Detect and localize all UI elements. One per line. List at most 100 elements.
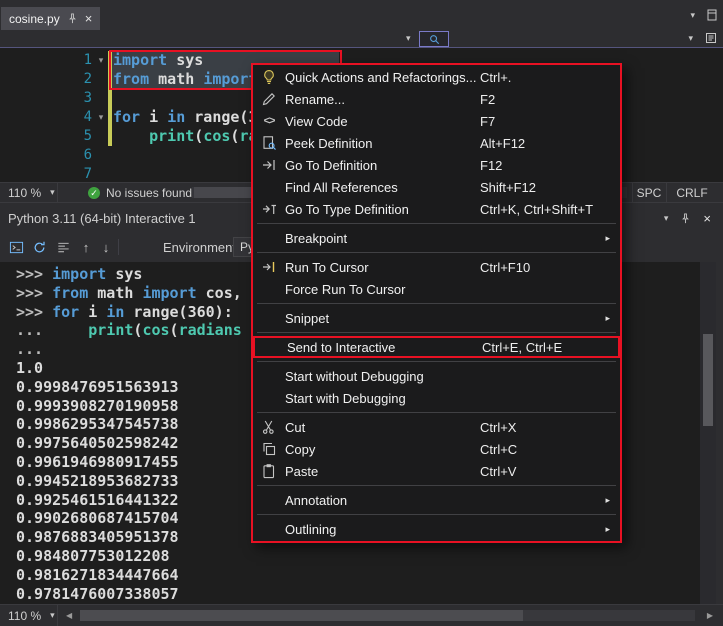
- scroll-left-icon[interactable]: ◀: [66, 611, 72, 620]
- line-number-gutter: 1234567: [0, 51, 92, 182]
- menu-item-find-all-references[interactable]: Find All ReferencesShift+F12: [253, 176, 620, 198]
- caret-down-icon[interactable]: ▾: [688, 33, 693, 44]
- menu-item-shortcut: Ctrl+F10: [480, 260, 602, 275]
- menu-item-label: Start with Debugging: [285, 391, 480, 406]
- zoom-value: 110 %: [8, 609, 41, 623]
- reset-icon[interactable]: [31, 239, 47, 255]
- menu-item-label: Force Run To Cursor: [285, 282, 480, 297]
- line-ending-indicator[interactable]: CRLF: [666, 183, 717, 202]
- menu-item-label: Start without Debugging: [285, 369, 480, 384]
- menu-item-breakpoint[interactable]: Breakpoint▸: [253, 227, 620, 249]
- repl-vertical-scrollbar[interactable]: [700, 262, 716, 604]
- submenu-arrow-icon: ▸: [602, 524, 610, 535]
- menu-separator: [257, 485, 616, 486]
- repl-token: 0.9925461516441322: [16, 491, 179, 509]
- caret-down-icon[interactable]: ▾: [406, 33, 411, 44]
- menu-item-annotation[interactable]: Annotation▸: [253, 489, 620, 511]
- menu-item-force-run-to-cursor[interactable]: Force Run To Cursor: [253, 278, 620, 300]
- menu-item-peek-definition[interactable]: Peek DefinitionAlt+F12: [253, 132, 620, 154]
- menu-item-send-to-interactive[interactable]: Send to InteractiveCtrl+E, Ctrl+E: [253, 336, 620, 358]
- zoom-value: 110 %: [8, 186, 41, 200]
- caret-down-icon[interactable]: ▾: [690, 10, 695, 21]
- rename-icon: [253, 91, 285, 107]
- issues-status: ✓ No issues found: [88, 183, 192, 202]
- close-icon[interactable]: ×: [85, 12, 93, 25]
- menu-item-label: Outlining: [285, 522, 480, 537]
- clear-all-icon[interactable]: [55, 239, 71, 255]
- menu-item-label: Snippet: [285, 311, 480, 326]
- editor-navigation-bar: ▾ ▾: [0, 30, 723, 48]
- scroll-right-icon[interactable]: ▶: [707, 611, 713, 620]
- menu-item-label: Quick Actions and Refactorings...: [285, 70, 480, 85]
- pin-icon[interactable]: [67, 13, 78, 24]
- repl-token: cos,: [197, 284, 242, 302]
- menu-item-rename[interactable]: Rename...F2: [253, 88, 620, 110]
- document-outline-icon[interactable]: [705, 32, 717, 44]
- menu-item-label: Run To Cursor: [285, 260, 480, 275]
- menu-item-label: Go To Definition: [285, 158, 480, 173]
- menu-item-go-to-definition[interactable]: Go To DefinitionF12: [253, 154, 620, 176]
- interactive-window-controls: ▾ ×: [664, 203, 711, 233]
- menu-item-start-without-debugging[interactable]: Start without Debugging: [253, 365, 620, 387]
- menu-item-paste[interactable]: PasteCtrl+V: [253, 460, 620, 482]
- zoom-selector[interactable]: 110 % ▾: [0, 605, 58, 626]
- fold-chevron-icon[interactable]: ▾: [94, 108, 108, 127]
- menu-item-view-code[interactable]: <>View CodeF7: [253, 110, 620, 132]
- view-code-icon: <>: [253, 115, 285, 127]
- fold-cell: [94, 70, 108, 89]
- menu-item-start-with-debugging[interactable]: Start with Debugging: [253, 387, 620, 409]
- line-number: 2: [0, 70, 92, 89]
- tab-cosine-py[interactable]: cosine.py ×: [1, 7, 100, 30]
- caret-down-icon[interactable]: ▾: [664, 213, 669, 224]
- menu-item-quick-actions-and-refactorings[interactable]: Quick Actions and Refactorings...Ctrl+.: [253, 66, 620, 88]
- repl-token: sys: [106, 265, 142, 283]
- history-previous-icon[interactable]: ↑: [78, 239, 94, 255]
- caret-down-icon: ▾: [50, 610, 55, 621]
- menu-item-run-to-cursor[interactable]: Run To CursorCtrl+F10: [253, 256, 620, 278]
- menu-separator: [257, 332, 616, 333]
- zoom-selector[interactable]: 110 % ▾: [0, 183, 58, 202]
- menu-item-shortcut: Ctrl+E, Ctrl+E: [482, 340, 604, 355]
- repl-horizontal-scrollbar[interactable]: [80, 610, 695, 621]
- menu-item-label: Cut: [285, 420, 480, 435]
- menu-item-shortcut: Ctrl+.: [480, 70, 602, 85]
- repl-token: >>>: [16, 303, 52, 321]
- code-token: in: [167, 108, 185, 126]
- menu-item-label: Copy: [285, 442, 480, 457]
- repl-token: for: [52, 303, 79, 321]
- fold-cell: [94, 165, 108, 182]
- menu-item-label: Find All References: [285, 180, 480, 195]
- menu-item-go-to-type-definition[interactable]: Go To Type DefinitionCtrl+K, Ctrl+Shift+…: [253, 198, 620, 220]
- search-box[interactable]: [419, 31, 449, 47]
- repl-token: range(360):: [124, 303, 232, 321]
- paste-icon: [253, 463, 285, 479]
- fold-chevron-icon[interactable]: ▾: [94, 51, 108, 70]
- scrollbar-thumb[interactable]: [703, 334, 713, 426]
- menu-item-cut[interactable]: CutCtrl+X: [253, 416, 620, 438]
- repl-token: 0.9902680687415704: [16, 509, 179, 527]
- whitespace-indicator[interactable]: SPC: [632, 183, 665, 202]
- menu-item-snippet[interactable]: Snippet▸: [253, 307, 620, 329]
- history-next-icon[interactable]: ↓: [98, 239, 114, 255]
- toolbar-separator: [118, 239, 119, 255]
- go-to-definition-icon: [253, 157, 285, 173]
- close-icon[interactable]: ×: [703, 212, 711, 225]
- peek-definition-icon: [253, 135, 285, 151]
- tab-title: cosine.py: [9, 12, 60, 26]
- crlf-label: CRLF: [676, 186, 707, 200]
- menu-item-copy[interactable]: CopyCtrl+C: [253, 438, 620, 460]
- fold-cell: [94, 127, 108, 146]
- submenu-arrow-icon: ▸: [602, 495, 610, 506]
- code-token: for: [113, 108, 140, 126]
- repl-line: 0.9816271834447664: [16, 566, 700, 585]
- menu-item-outlining[interactable]: Outlining ▸: [253, 518, 620, 540]
- menu-item-shortcut: F7: [480, 114, 602, 129]
- environment-label: Environment:: [163, 240, 240, 255]
- context-menu: Quick Actions and Refactorings...Ctrl+.R…: [251, 63, 622, 543]
- line-number: 3: [0, 89, 92, 108]
- panel-options-icon[interactable]: [707, 9, 717, 21]
- interactive-window-icon[interactable]: [8, 239, 24, 255]
- repl-token: i: [79, 303, 106, 321]
- scrollbar-thumb[interactable]: [80, 610, 523, 621]
- pin-icon[interactable]: [680, 213, 691, 224]
